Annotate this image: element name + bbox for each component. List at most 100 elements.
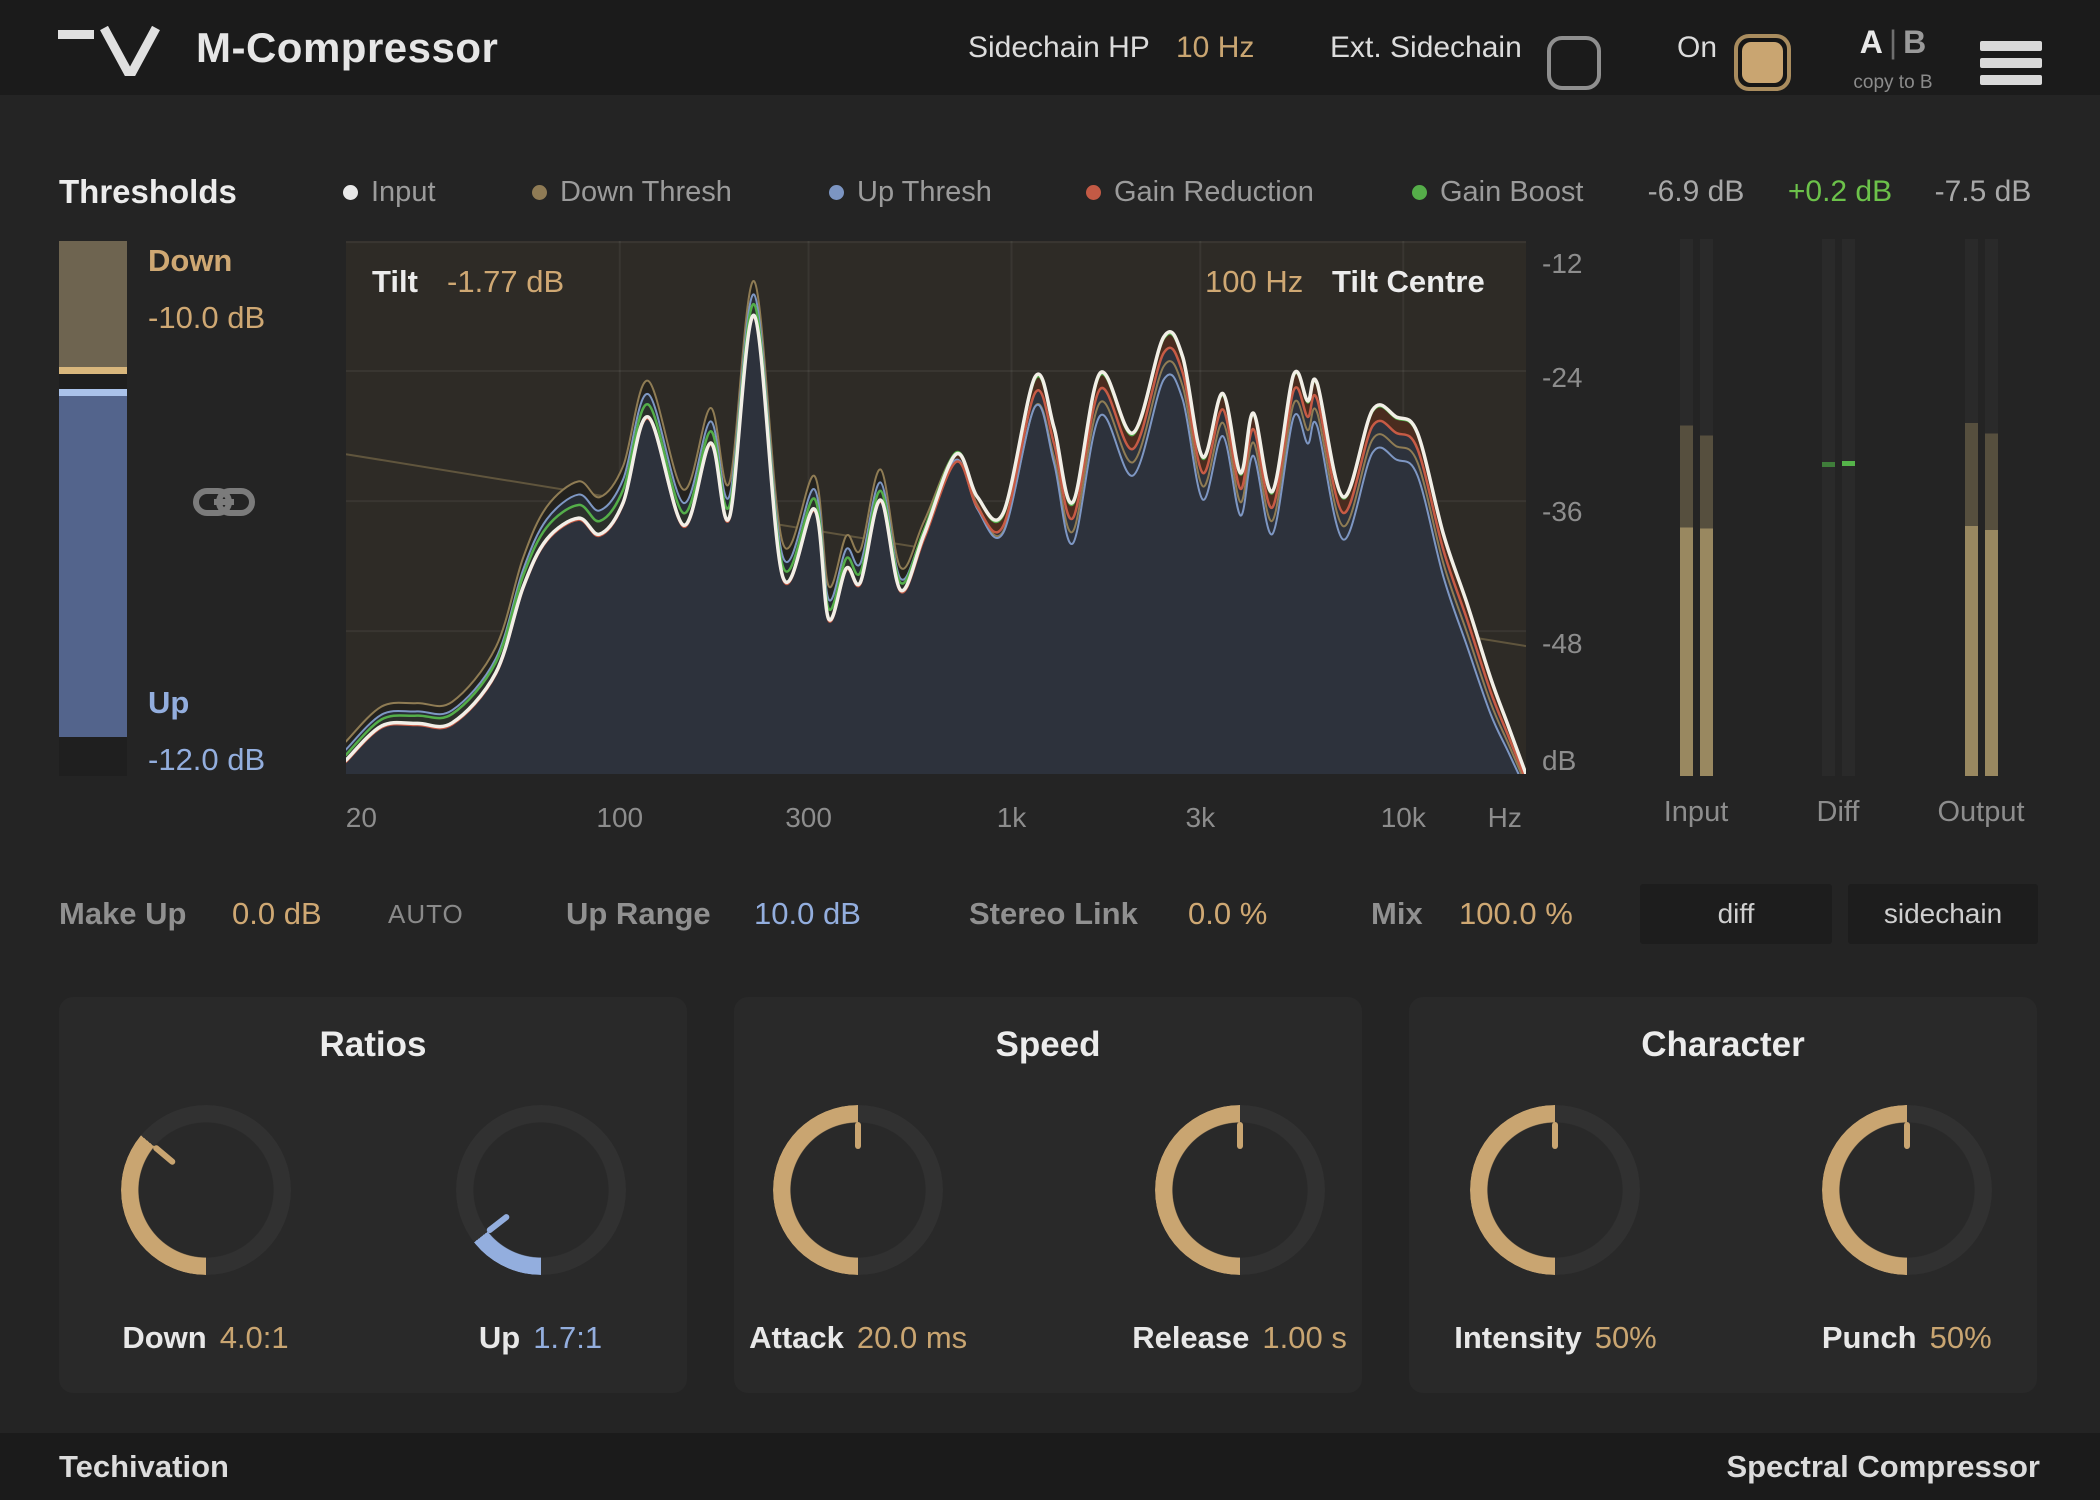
tilt-value[interactable]: -1.77 dB (447, 262, 564, 302)
legend-item[interactable]: Down Thresh (532, 170, 732, 214)
tilt-centre-value[interactable]: 100 Hz (1205, 262, 1303, 302)
legend-item[interactable]: Input (343, 170, 436, 214)
make-up-label: Make Up (59, 896, 187, 931)
stereo-link-value[interactable]: 0.0 % (1188, 884, 1267, 944)
panel-speed: Speed Attack 20.0 ms Release 1.00 s (734, 997, 1362, 1393)
threshold-slider[interactable] (59, 241, 127, 776)
meter-label: Input (1663, 796, 1729, 828)
down-threshold-handle[interactable] (59, 367, 127, 374)
meter-bar (1822, 239, 1835, 776)
up-range-value[interactable]: 10.0 dB (754, 884, 861, 944)
ext-sidechain-label: Ext. Sidechain (1330, 31, 1522, 64)
up-threshold-value[interactable]: -12.0 dB (148, 742, 265, 778)
sidechain-hp-value[interactable]: 10 Hz (1176, 0, 1254, 95)
spectrum-display[interactable] (346, 241, 1526, 774)
meter-label: Output (1937, 796, 2025, 828)
sidechain-button[interactable]: sidechain (1848, 884, 2038, 944)
meter-bar (1985, 239, 1998, 776)
x-axis-tick: Hz (1487, 802, 1522, 833)
knob-unit: Attack 20.0 ms (749, 1105, 967, 1356)
knob-intensity[interactable] (1470, 1105, 1641, 1275)
y-axis-tick: -48 (1542, 628, 1583, 660)
down-threshold-value[interactable]: -10.0 dB (148, 300, 265, 336)
knob-indicator-icon (151, 1143, 177, 1166)
meter-bar (1965, 239, 1978, 776)
meter-bar (1842, 239, 1855, 776)
knob-unit: Up 1.7:1 (455, 1105, 626, 1356)
panel-title: Speed (995, 1025, 1101, 1064)
knob-caption: Down 4.0:1 (122, 1320, 288, 1356)
make-up-value[interactable]: 0.0 dB (232, 884, 322, 944)
up-threshold-label: Up (148, 685, 190, 720)
knob-up[interactable] (455, 1105, 626, 1275)
auto-button[interactable]: AUTO (388, 884, 464, 944)
techivation-logo-icon (58, 25, 176, 81)
meter-column-diff (1822, 239, 1855, 776)
tilt-centre-label: Tilt Centre (1332, 264, 1485, 299)
ab-switch[interactable]: A | B (1838, 24, 1948, 61)
meter-reading-value: +0.2 dB (1787, 175, 1893, 208)
up-threshold-handle[interactable] (59, 389, 127, 396)
x-axis-tick: 10k (1380, 802, 1426, 833)
knob-value[interactable]: 1.00 s (1262, 1320, 1346, 1356)
knob-label: Down (122, 1320, 207, 1355)
knob-unit: Intensity 50% (1454, 1105, 1657, 1356)
knob-unit: Punch 50% (1821, 1105, 1992, 1356)
knob-indicator-icon (855, 1122, 862, 1149)
copy-to-b-button[interactable]: copy to B (1838, 72, 1948, 94)
meter-reading-value: -7.5 dB (1934, 175, 2032, 208)
x-axis-tick: 3k (1185, 802, 1216, 833)
up-range-label: Up Range (566, 896, 711, 931)
knob-row: Attack 20.0 ms Release 1.00 s (734, 1105, 1362, 1356)
legend-item[interactable]: Up Thresh (829, 170, 992, 214)
mix-value[interactable]: 100.0 % (1459, 884, 1573, 944)
knob-value[interactable]: 20.0 ms (857, 1320, 967, 1356)
link-thresholds-icon[interactable] (192, 480, 256, 529)
knob-value[interactable]: 4.0:1 (220, 1320, 289, 1356)
x-axis-tick: 100 (596, 802, 644, 833)
on-toggle[interactable] (1734, 34, 1791, 91)
meter-reading-value: -6.9 dB (1647, 175, 1745, 208)
legend-label: Up Thresh (857, 175, 992, 208)
menu-icon[interactable] (1980, 41, 2042, 92)
ext-sidechain-toggle[interactable] (1547, 36, 1601, 90)
vendor-name: Techivation (59, 1449, 229, 1484)
knob-indicator-icon (1236, 1122, 1243, 1149)
panel-title: Ratios (319, 1025, 427, 1064)
knob-caption: Attack 20.0 ms (749, 1320, 967, 1356)
knob-value[interactable]: 50% (1595, 1320, 1657, 1356)
footer: Techivation Spectral Compressor (0, 1433, 2100, 1500)
knob-indicator-icon (1903, 1122, 1910, 1149)
thresholds-heading: Thresholds (59, 173, 237, 210)
knob-attack[interactable] (773, 1105, 944, 1275)
diff-button[interactable]: diff (1640, 884, 1832, 944)
knob-caption: Release 1.00 s (1132, 1320, 1347, 1356)
legend-label: Down Thresh (560, 175, 732, 208)
knob-punch[interactable] (1821, 1105, 1992, 1275)
y-axis-tick: -24 (1542, 362, 1583, 394)
knob-label: Release (1132, 1320, 1250, 1355)
knob-release[interactable] (1154, 1105, 1325, 1275)
down-threshold-label: Down (148, 243, 233, 278)
knob-value[interactable]: 1.7:1 (533, 1320, 602, 1356)
down-threshold-region[interactable] (59, 241, 127, 367)
knob-indicator-icon (1552, 1122, 1559, 1149)
up-threshold-region[interactable] (59, 396, 127, 737)
knob-down[interactable] (120, 1105, 291, 1275)
product-name: Spectral Compressor (1726, 1449, 2040, 1484)
knob-unit: Release 1.00 s (1132, 1105, 1347, 1356)
knob-label: Intensity (1454, 1320, 1582, 1355)
tilt-label: Tilt (372, 264, 418, 299)
knob-value[interactable]: 50% (1930, 1320, 1992, 1356)
legend-dot-icon (343, 184, 358, 200)
plugin-window: M-Compressor Sidechain HP 10 Hz Ext. Sid… (0, 0, 2100, 1500)
y-axis-tick: -12 (1542, 248, 1583, 280)
knob-label: Punch (1821, 1320, 1917, 1355)
legend-item[interactable]: Gain Boost (1412, 170, 1583, 214)
knob-row: Intensity 50% Punch 50% (1409, 1105, 2037, 1356)
app-title: M-Compressor (196, 24, 499, 71)
legend-dot-icon (829, 184, 844, 200)
panel-ratios: Ratios Down 4.0:1 Up 1.7:1 (59, 997, 687, 1393)
meter-label: Diff (1816, 796, 1860, 828)
legend-item[interactable]: Gain Reduction (1086, 170, 1314, 214)
